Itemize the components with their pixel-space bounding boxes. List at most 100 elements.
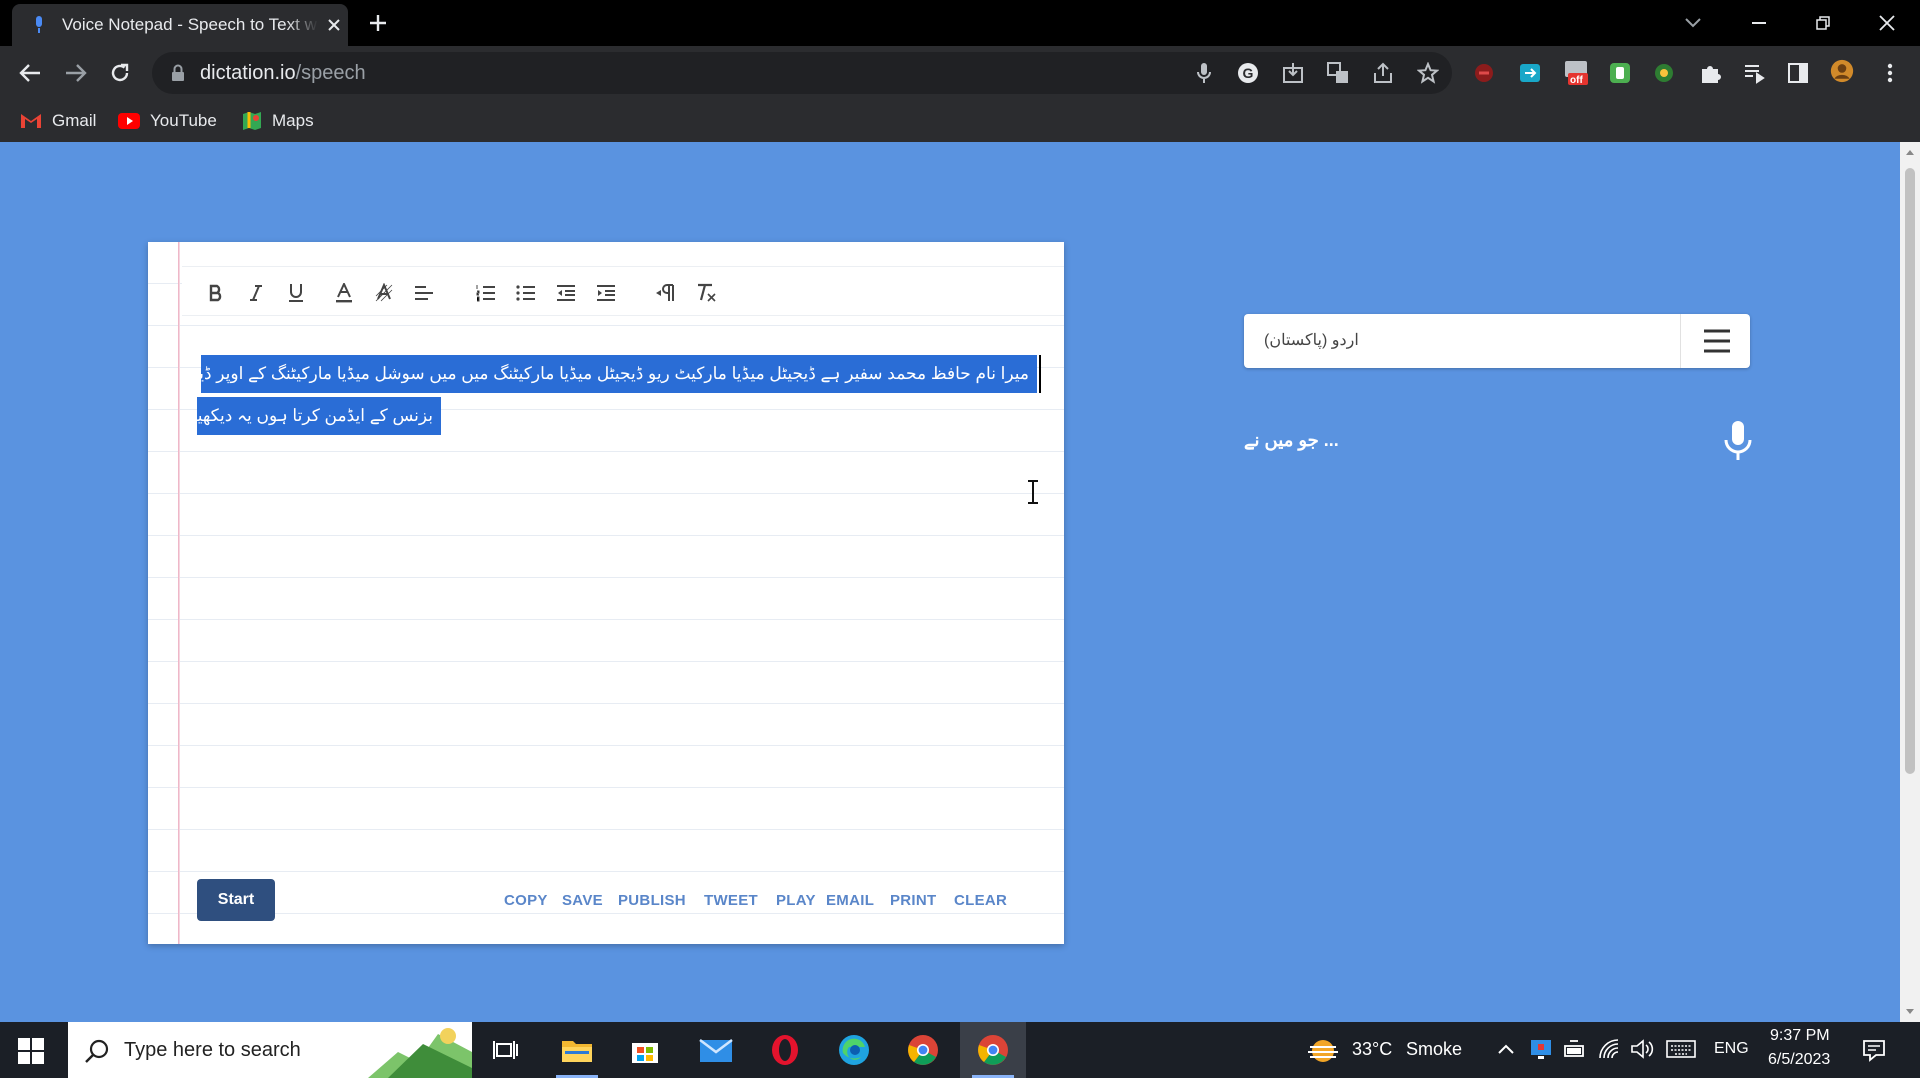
input-language[interactable]: ENG xyxy=(1714,1040,1749,1058)
wifi-icon[interactable] xyxy=(1598,1038,1620,1060)
address-bar[interactable]: dictation.io/speech G xyxy=(152,52,1452,94)
start-button[interactable]: Start xyxy=(197,879,275,921)
selected-text-line-1[interactable]: میرا نام حافظ محمد سفیر ہے ڈیجیٹل میڈیا … xyxy=(201,355,1037,393)
keyboard-icon[interactable] xyxy=(1666,1040,1696,1058)
mail-icon[interactable] xyxy=(683,1022,749,1078)
share-icon[interactable] xyxy=(1371,61,1395,85)
text-cursor-icon xyxy=(1028,480,1038,504)
forward-icon[interactable] xyxy=(62,59,90,87)
outdent-icon[interactable] xyxy=(554,281,578,305)
bookmarks-bar: Gmail YouTube Maps xyxy=(0,100,1920,142)
bookmark-maps[interactable]: Maps xyxy=(242,109,314,133)
font-color-icon[interactable] xyxy=(332,281,356,305)
extension-off-icon[interactable]: off xyxy=(1564,61,1588,86)
ordered-list-icon[interactable] xyxy=(474,281,498,305)
page-content: میرا نام حافظ محمد سفیر ہے ڈیجیٹل میڈیا … xyxy=(0,142,1900,1022)
scroll-thumb[interactable] xyxy=(1905,168,1915,774)
install-app-icon[interactable] xyxy=(1281,61,1305,85)
email-link[interactable]: EMAIL xyxy=(826,892,874,909)
mic-permission-icon[interactable] xyxy=(1192,61,1216,85)
meet-tray-icon[interactable] xyxy=(1530,1038,1552,1060)
print-link[interactable]: PRINT xyxy=(890,892,937,909)
side-panel-icon[interactable] xyxy=(1786,61,1810,85)
google-lens-icon[interactable]: G xyxy=(1236,61,1260,85)
battery-icon[interactable] xyxy=(1564,1040,1586,1058)
opera-icon[interactable] xyxy=(752,1022,818,1078)
bookmark-youtube[interactable]: YouTube xyxy=(118,109,217,133)
windows-taskbar: Type here to search 33°C Smoke ENG 9:37 … xyxy=(0,1022,1920,1078)
tab-strip: Voice Notepad - Speech to Text with xyxy=(0,0,1920,46)
bookmark-label: Gmail xyxy=(52,111,97,130)
menu-kebab-icon[interactable] xyxy=(1878,61,1902,85)
hamburger-menu-icon[interactable] xyxy=(1702,326,1732,356)
back-icon[interactable] xyxy=(16,59,44,87)
page-scrollbar[interactable] xyxy=(1900,142,1920,1022)
search-icon xyxy=(85,1039,109,1063)
indent-icon[interactable] xyxy=(594,281,618,305)
lock-icon[interactable] xyxy=(170,64,186,82)
browser-tab[interactable]: Voice Notepad - Speech to Text with xyxy=(12,4,348,46)
chevron-up-icon[interactable] xyxy=(1498,1044,1514,1054)
editor-toolbar xyxy=(182,266,1064,316)
microphone-icon[interactable] xyxy=(1724,420,1752,462)
profile-avatar-icon[interactable] xyxy=(1830,59,1854,83)
weather-temperature[interactable]: 33°C xyxy=(1352,1039,1392,1060)
bold-icon[interactable] xyxy=(204,281,228,305)
chrome-profile-icon[interactable] xyxy=(890,1022,956,1078)
close-tab-icon[interactable] xyxy=(324,15,344,35)
italic-icon[interactable] xyxy=(244,281,268,305)
taskbar-search[interactable]: Type here to search xyxy=(68,1022,472,1078)
weather-description[interactable]: Smoke xyxy=(1406,1039,1462,1060)
scroll-up-icon[interactable] xyxy=(1905,148,1915,156)
restore-icon[interactable] xyxy=(1808,8,1838,38)
task-view-icon[interactable] xyxy=(473,1022,539,1078)
underline-icon[interactable] xyxy=(284,281,308,305)
clock-time[interactable]: 9:37 PM xyxy=(1770,1027,1830,1045)
copy-link[interactable]: COPY xyxy=(504,892,548,909)
minimize-icon[interactable] xyxy=(1744,8,1774,38)
reading-list-icon[interactable] xyxy=(1742,61,1766,85)
scroll-down-icon[interactable] xyxy=(1905,1008,1915,1016)
highlight-icon[interactable] xyxy=(372,281,396,305)
file-explorer-icon[interactable] xyxy=(544,1022,610,1078)
edge-icon[interactable] xyxy=(821,1022,887,1078)
volume-icon[interactable] xyxy=(1630,1038,1654,1060)
new-tab-icon[interactable] xyxy=(366,11,390,35)
bullet-list-icon[interactable] xyxy=(514,281,538,305)
microsoft-store-icon[interactable] xyxy=(612,1022,678,1078)
tab-search-icon[interactable] xyxy=(1678,8,1708,38)
tweet-link[interactable]: TWEET xyxy=(704,892,758,909)
chrome-active-icon[interactable] xyxy=(960,1022,1026,1078)
close-window-icon[interactable] xyxy=(1872,8,1902,38)
language-selector[interactable]: اردو (پاکستان) xyxy=(1244,314,1750,368)
extension-teal-icon[interactable] xyxy=(1518,61,1542,85)
svg-text:G: G xyxy=(1243,65,1254,81)
windows-start-icon[interactable] xyxy=(18,1038,44,1064)
publish-link[interactable]: PUBLISH xyxy=(618,892,686,909)
clock-date[interactable]: 6/5/2023 xyxy=(1768,1051,1830,1069)
bookmark-label: Maps xyxy=(272,111,314,130)
extension-green-icon[interactable] xyxy=(1608,61,1632,85)
rtl-paragraph-icon[interactable] xyxy=(654,281,678,305)
bookmark-star-icon[interactable] xyxy=(1416,61,1440,85)
play-link[interactable]: PLAY xyxy=(776,892,816,909)
margin-line xyxy=(178,242,180,944)
url-path: /speech xyxy=(295,62,366,84)
extension-eye-icon[interactable] xyxy=(1652,61,1676,85)
selected-text-line-2[interactable]: بزنس کے ایڈمن کرتا ہوں یہ دیکھیں xyxy=(197,397,441,435)
notifications-icon[interactable] xyxy=(1862,1038,1886,1062)
extensions-puzzle-icon[interactable] xyxy=(1698,61,1722,85)
translate-icon[interactable] xyxy=(1326,61,1350,85)
clear-link[interactable]: CLEAR xyxy=(954,892,1007,909)
weather-icon[interactable] xyxy=(1306,1036,1340,1066)
search-placeholder: Type here to search xyxy=(124,1039,301,1061)
youtube-icon xyxy=(118,113,140,129)
extension-red-icon[interactable] xyxy=(1472,61,1496,85)
save-link[interactable]: SAVE xyxy=(562,892,603,909)
microphone-icon xyxy=(36,16,42,33)
bookmark-gmail[interactable]: Gmail xyxy=(20,109,96,133)
language-label: اردو (پاکستان) xyxy=(1264,332,1359,349)
reload-icon[interactable] xyxy=(106,59,134,87)
align-icon[interactable] xyxy=(412,281,436,305)
clear-format-icon[interactable] xyxy=(694,281,718,305)
